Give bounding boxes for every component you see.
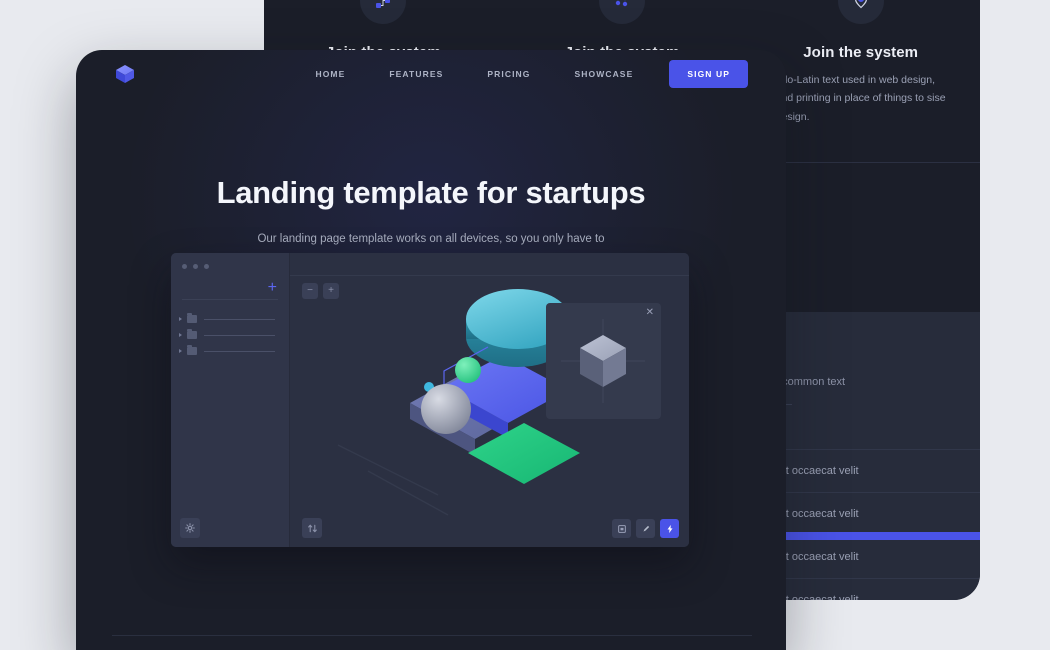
signup-button[interactable]: SIGN UP [669, 59, 748, 88]
landing-page-card: HOME FEATURES PRICING SHOWCASE SIGN UP L… [76, 50, 786, 650]
nav-link-pricing[interactable]: PRICING [465, 69, 552, 79]
feature-title: Join the system [803, 44, 919, 61]
sort-icon[interactable] [302, 518, 322, 538]
nav-link-features[interactable]: FEATURES [367, 69, 465, 79]
folder-icon [187, 329, 197, 339]
cube-preview-icon [561, 319, 645, 403]
dots-cluster-icon [599, 0, 645, 24]
sidebar-divider [182, 299, 278, 300]
nav-link-showcase[interactable]: SHOWCASE [552, 69, 655, 79]
list-item[interactable] [179, 343, 279, 359]
section-divider [764, 162, 980, 163]
mockup-canvas: − + ✕ [290, 253, 689, 547]
crop-frame-icon[interactable] [612, 519, 631, 538]
zoom-out-button[interactable]: − [302, 283, 318, 299]
window-traffic-lights [182, 264, 209, 269]
chevron-right-icon [179, 349, 182, 353]
window-dot [182, 264, 187, 269]
lightning-bolt-icon[interactable] [660, 519, 679, 538]
screen: Join the system Join the system [0, 0, 1050, 650]
chevron-right-icon [179, 333, 182, 337]
preview-panel: ✕ [546, 303, 661, 419]
folder-icon [187, 313, 197, 323]
pencil-icon[interactable] [636, 519, 655, 538]
navbar: HOME FEATURES PRICING SHOWCASE SIGN UP [76, 50, 786, 97]
placeholder-line [204, 334, 275, 336]
location-target-icon [837, 0, 884, 24]
cube-logo-icon[interactable] [112, 61, 138, 87]
mockup-sidebar: + [171, 253, 290, 547]
placeholder-line [204, 318, 275, 320]
app-mockup: + − + ✕ [171, 253, 689, 547]
file-tree [179, 311, 279, 359]
list-item[interactable] [179, 327, 279, 343]
canvas-tools [612, 519, 679, 538]
page-title: Landing template for startups [216, 175, 646, 210]
chevron-right-icon [179, 317, 182, 321]
feature-body: udo-Latin text used in web design, and p… [775, 74, 946, 123]
logos-divider [112, 635, 752, 636]
list-item[interactable] [179, 311, 279, 327]
placeholder-line [204, 350, 275, 352]
window-dot [204, 264, 209, 269]
nav-link-home[interactable]: HOME [293, 69, 367, 79]
gear-icon[interactable] [180, 518, 200, 538]
plus-icon[interactable]: + [268, 280, 277, 296]
sitemap-icon [360, 0, 407, 24]
window-dot [193, 264, 198, 269]
close-icon[interactable]: ✕ [646, 308, 654, 318]
folder-icon [187, 345, 197, 355]
nav-links: HOME FEATURES PRICING SHOWCASE SIGN UP [293, 59, 786, 88]
